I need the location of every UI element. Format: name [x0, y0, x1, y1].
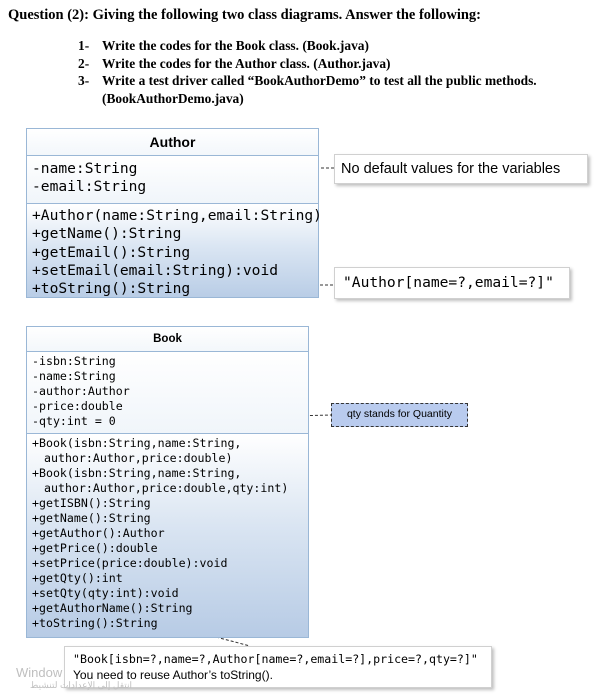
method-line: +getISBN():String — [32, 496, 151, 510]
book-class-name: Book — [27, 327, 308, 352]
book-methods: +Book(isbn:String,name:String, author:Au… — [27, 434, 308, 637]
author-attributes: -name:String -email:String — [27, 156, 318, 204]
attribute-line: -price:double — [32, 399, 123, 413]
note-author-tostring: "Author[name=?,email=?]" — [334, 267, 570, 299]
method-line: +getName():String — [32, 225, 182, 243]
method-line: +getPrice():double — [32, 541, 158, 555]
method-line: +setEmail(email:String):void — [32, 261, 279, 279]
author-class-name: Author — [27, 129, 318, 156]
author-class-box: Author -name:String -email:String +Autho… — [26, 128, 322, 298]
method-line: author:Author,price:double) — [44, 451, 233, 465]
method-line: +getEmail():String — [32, 243, 191, 261]
attribute-line: -qty:int = 0 — [32, 414, 116, 428]
attribute-line: -email:String — [32, 178, 147, 195]
method-line: +setPrice(price:double):void — [32, 556, 228, 570]
note-no-defaults: No default values for the variables — [334, 154, 588, 184]
method-line: +setQty(qty:int):void — [32, 586, 179, 600]
attribute-line: -isbn:String — [32, 354, 116, 368]
note-book-tostring: "Book[isbn=?,name=?,Author[name=?,email=… — [64, 646, 492, 688]
book-tostring-format: "Book[isbn=?,name=?,Author[name=?,email=… — [73, 652, 478, 666]
method-line: +toString():String — [32, 616, 158, 630]
method-line: +getQty():int — [32, 571, 123, 585]
method-line: +Book(isbn:String,name:String, — [32, 436, 242, 450]
method-line: author:Author,price:double,qty:int) — [44, 481, 289, 495]
method-line: +Author(name:String,email:String) — [32, 207, 322, 224]
reuse-note: You need to reuse Author’s toString(). — [73, 668, 273, 682]
note-qty: qty stands for Quantity — [331, 403, 468, 427]
method-line: +getAuthor():Author — [32, 526, 165, 540]
method-line: +Book(isbn:String,name:String, — [32, 466, 242, 480]
book-attributes: -isbn:String -name:String -author:Author… — [27, 352, 308, 434]
method-line: +getName():String — [32, 511, 151, 525]
attribute-line: -author:Author — [32, 384, 130, 398]
attribute-line: -name:String — [32, 160, 138, 177]
method-line: +getAuthorName():String — [32, 601, 193, 615]
method-line: +toString():String — [32, 280, 191, 298]
attribute-line: -name:String — [32, 369, 116, 383]
book-class-box: Book -isbn:String -name:String -author:A… — [26, 326, 309, 638]
author-methods: +Author(name:String,email:String) +getNa… — [27, 204, 322, 298]
